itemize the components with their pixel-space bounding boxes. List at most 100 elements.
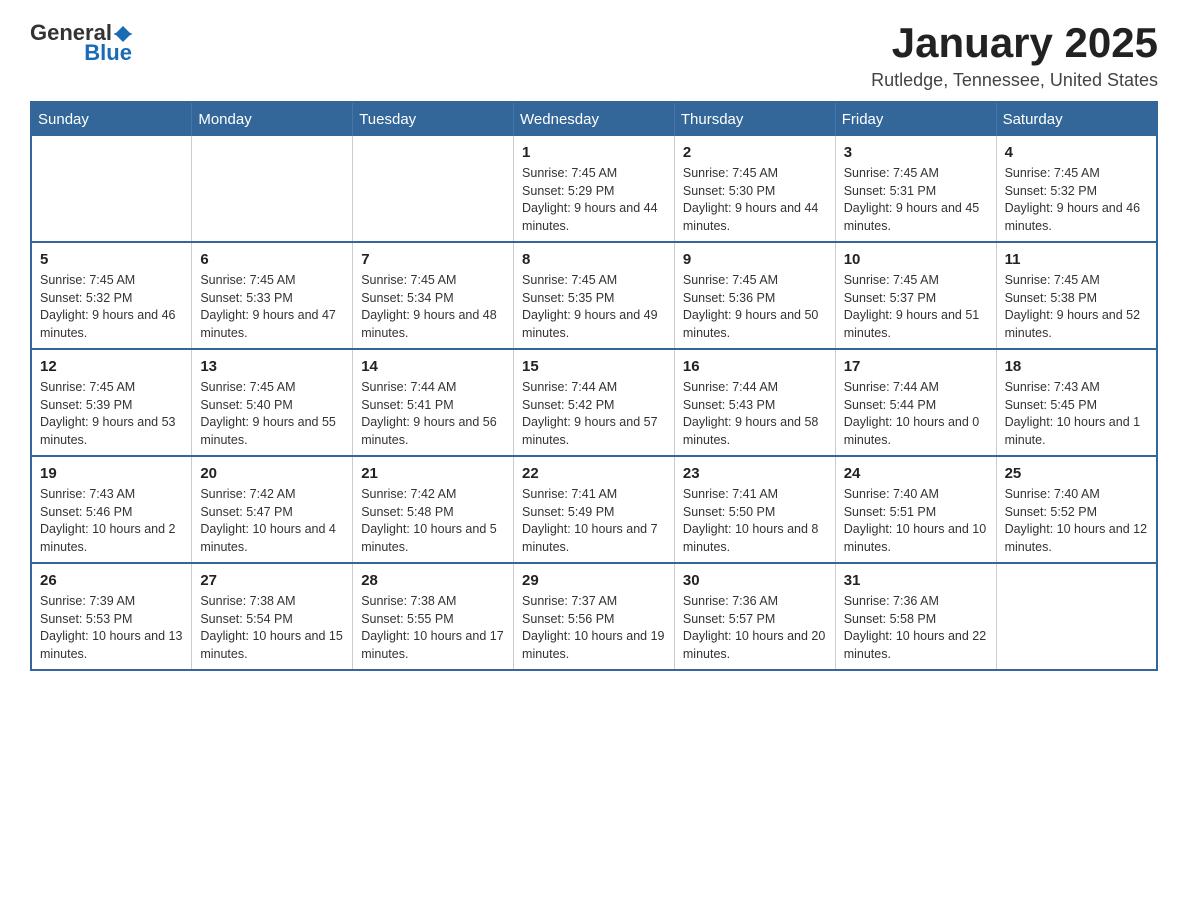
day-number: 4 (1005, 142, 1148, 163)
calendar-cell: 16Sunrise: 7:44 AM Sunset: 5:43 PM Dayli… (674, 349, 835, 456)
day-number: 21 (361, 463, 505, 484)
calendar-cell: 3Sunrise: 7:45 AM Sunset: 5:31 PM Daylig… (835, 136, 996, 242)
day-number: 22 (522, 463, 666, 484)
day-info: Sunrise: 7:36 AM Sunset: 5:57 PM Dayligh… (683, 593, 827, 663)
calendar-cell: 15Sunrise: 7:44 AM Sunset: 5:42 PM Dayli… (514, 349, 675, 456)
month-title: January 2025 (871, 20, 1158, 66)
calendar-cell: 20Sunrise: 7:42 AM Sunset: 5:47 PM Dayli… (192, 456, 353, 563)
title-area: January 2025 Rutledge, Tennessee, United… (871, 20, 1158, 91)
day-info: Sunrise: 7:45 AM Sunset: 5:40 PM Dayligh… (200, 379, 344, 449)
calendar-cell: 8Sunrise: 7:45 AM Sunset: 5:35 PM Daylig… (514, 242, 675, 349)
day-of-week-header: Sunday (31, 102, 192, 136)
day-info: Sunrise: 7:45 AM Sunset: 5:36 PM Dayligh… (683, 272, 827, 342)
day-of-week-header: Thursday (674, 102, 835, 136)
day-info: Sunrise: 7:45 AM Sunset: 5:29 PM Dayligh… (522, 165, 666, 235)
day-info: Sunrise: 7:45 AM Sunset: 5:38 PM Dayligh… (1005, 272, 1148, 342)
day-number: 31 (844, 570, 988, 591)
day-info: Sunrise: 7:45 AM Sunset: 5:37 PM Dayligh… (844, 272, 988, 342)
day-info: Sunrise: 7:45 AM Sunset: 5:39 PM Dayligh… (40, 379, 183, 449)
day-info: Sunrise: 7:42 AM Sunset: 5:47 PM Dayligh… (200, 486, 344, 556)
day-number: 8 (522, 249, 666, 270)
day-of-week-header: Wednesday (514, 102, 675, 136)
day-info: Sunrise: 7:44 AM Sunset: 5:43 PM Dayligh… (683, 379, 827, 449)
day-number: 6 (200, 249, 344, 270)
calendar-cell: 26Sunrise: 7:39 AM Sunset: 5:53 PM Dayli… (31, 563, 192, 670)
day-number: 14 (361, 356, 505, 377)
day-info: Sunrise: 7:44 AM Sunset: 5:44 PM Dayligh… (844, 379, 988, 449)
day-info: Sunrise: 7:45 AM Sunset: 5:31 PM Dayligh… (844, 165, 988, 235)
day-info: Sunrise: 7:37 AM Sunset: 5:56 PM Dayligh… (522, 593, 666, 663)
calendar-cell: 22Sunrise: 7:41 AM Sunset: 5:49 PM Dayli… (514, 456, 675, 563)
day-info: Sunrise: 7:41 AM Sunset: 5:50 PM Dayligh… (683, 486, 827, 556)
calendar-cell (192, 136, 353, 242)
calendar-cell: 1Sunrise: 7:45 AM Sunset: 5:29 PM Daylig… (514, 136, 675, 242)
day-number: 15 (522, 356, 666, 377)
calendar-cell: 14Sunrise: 7:44 AM Sunset: 5:41 PM Dayli… (353, 349, 514, 456)
day-info: Sunrise: 7:40 AM Sunset: 5:51 PM Dayligh… (844, 486, 988, 556)
day-number: 16 (683, 356, 827, 377)
day-number: 1 (522, 142, 666, 163)
day-of-week-header: Saturday (996, 102, 1157, 136)
day-number: 26 (40, 570, 183, 591)
day-number: 20 (200, 463, 344, 484)
calendar-cell: 7Sunrise: 7:45 AM Sunset: 5:34 PM Daylig… (353, 242, 514, 349)
calendar-header-row: SundayMondayTuesdayWednesdayThursdayFrid… (31, 102, 1157, 136)
day-number: 27 (200, 570, 344, 591)
calendar-week-row: 1Sunrise: 7:45 AM Sunset: 5:29 PM Daylig… (31, 136, 1157, 242)
day-info: Sunrise: 7:45 AM Sunset: 5:32 PM Dayligh… (40, 272, 183, 342)
calendar-cell: 2Sunrise: 7:45 AM Sunset: 5:30 PM Daylig… (674, 136, 835, 242)
calendar-cell: 28Sunrise: 7:38 AM Sunset: 5:55 PM Dayli… (353, 563, 514, 670)
day-info: Sunrise: 7:45 AM Sunset: 5:30 PM Dayligh… (683, 165, 827, 235)
day-info: Sunrise: 7:42 AM Sunset: 5:48 PM Dayligh… (361, 486, 505, 556)
day-of-week-header: Friday (835, 102, 996, 136)
day-number: 3 (844, 142, 988, 163)
calendar-cell: 18Sunrise: 7:43 AM Sunset: 5:45 PM Dayli… (996, 349, 1157, 456)
day-number: 10 (844, 249, 988, 270)
day-info: Sunrise: 7:45 AM Sunset: 5:35 PM Dayligh… (522, 272, 666, 342)
day-info: Sunrise: 7:38 AM Sunset: 5:55 PM Dayligh… (361, 593, 505, 663)
calendar-cell: 30Sunrise: 7:36 AM Sunset: 5:57 PM Dayli… (674, 563, 835, 670)
calendar-cell (31, 136, 192, 242)
calendar-cell: 25Sunrise: 7:40 AM Sunset: 5:52 PM Dayli… (996, 456, 1157, 563)
calendar-cell: 11Sunrise: 7:45 AM Sunset: 5:38 PM Dayli… (996, 242, 1157, 349)
day-number: 11 (1005, 249, 1148, 270)
calendar-cell: 12Sunrise: 7:45 AM Sunset: 5:39 PM Dayli… (31, 349, 192, 456)
day-number: 28 (361, 570, 505, 591)
day-number: 17 (844, 356, 988, 377)
day-info: Sunrise: 7:40 AM Sunset: 5:52 PM Dayligh… (1005, 486, 1148, 556)
day-number: 29 (522, 570, 666, 591)
logo-text-blue: Blue (84, 40, 132, 66)
calendar-cell: 29Sunrise: 7:37 AM Sunset: 5:56 PM Dayli… (514, 563, 675, 670)
day-of-week-header: Tuesday (353, 102, 514, 136)
day-info: Sunrise: 7:43 AM Sunset: 5:46 PM Dayligh… (40, 486, 183, 556)
day-info: Sunrise: 7:44 AM Sunset: 5:42 PM Dayligh… (522, 379, 666, 449)
day-info: Sunrise: 7:45 AM Sunset: 5:32 PM Dayligh… (1005, 165, 1148, 235)
day-number: 2 (683, 142, 827, 163)
day-info: Sunrise: 7:41 AM Sunset: 5:49 PM Dayligh… (522, 486, 666, 556)
calendar-cell: 10Sunrise: 7:45 AM Sunset: 5:37 PM Dayli… (835, 242, 996, 349)
day-number: 25 (1005, 463, 1148, 484)
day-number: 24 (844, 463, 988, 484)
calendar-cell: 24Sunrise: 7:40 AM Sunset: 5:51 PM Dayli… (835, 456, 996, 563)
day-number: 7 (361, 249, 505, 270)
location: Rutledge, Tennessee, United States (871, 70, 1158, 91)
day-number: 9 (683, 249, 827, 270)
day-number: 19 (40, 463, 183, 484)
day-info: Sunrise: 7:38 AM Sunset: 5:54 PM Dayligh… (200, 593, 344, 663)
calendar-cell: 4Sunrise: 7:45 AM Sunset: 5:32 PM Daylig… (996, 136, 1157, 242)
day-number: 13 (200, 356, 344, 377)
calendar-cell (353, 136, 514, 242)
day-info: Sunrise: 7:45 AM Sunset: 5:34 PM Dayligh… (361, 272, 505, 342)
day-of-week-header: Monday (192, 102, 353, 136)
calendar-cell: 6Sunrise: 7:45 AM Sunset: 5:33 PM Daylig… (192, 242, 353, 349)
calendar-cell: 21Sunrise: 7:42 AM Sunset: 5:48 PM Dayli… (353, 456, 514, 563)
calendar-cell: 5Sunrise: 7:45 AM Sunset: 5:32 PM Daylig… (31, 242, 192, 349)
calendar-cell: 19Sunrise: 7:43 AM Sunset: 5:46 PM Dayli… (31, 456, 192, 563)
calendar-cell: 13Sunrise: 7:45 AM Sunset: 5:40 PM Dayli… (192, 349, 353, 456)
page-header: General Blue January 2025 Rutledge, Tenn… (30, 20, 1158, 91)
calendar-week-row: 26Sunrise: 7:39 AM Sunset: 5:53 PM Dayli… (31, 563, 1157, 670)
calendar-table: SundayMondayTuesdayWednesdayThursdayFrid… (30, 101, 1158, 671)
day-number: 30 (683, 570, 827, 591)
day-number: 18 (1005, 356, 1148, 377)
calendar-cell: 31Sunrise: 7:36 AM Sunset: 5:58 PM Dayli… (835, 563, 996, 670)
